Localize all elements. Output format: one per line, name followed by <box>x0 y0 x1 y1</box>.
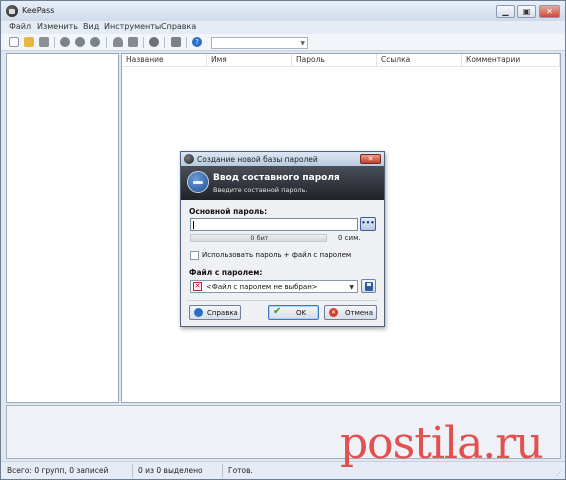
use-keyfile-checkbox[interactable] <box>190 251 199 260</box>
toolbar-separator <box>143 37 144 48</box>
checkmark-icon: ✔ <box>273 306 282 317</box>
cancel-icon: ✕ <box>329 308 338 317</box>
password-length-text: 0 сим. <box>338 234 361 242</box>
toolbar-separator <box>106 37 107 48</box>
dialog-title-bar: Создание новой базы паролей ✕ <box>181 152 384 166</box>
lock-icon[interactable] <box>171 37 181 47</box>
dialog-title: Создание новой базы паролей <box>197 155 318 164</box>
help-icon <box>194 308 203 317</box>
new-file-icon[interactable] <box>9 37 19 47</box>
password-quality-bar: 0 бит <box>190 234 327 242</box>
master-password-input[interactable] <box>190 218 358 231</box>
show-password-button[interactable]: ••• <box>360 217 376 231</box>
banner-title: Ввод составного пароля <box>213 173 340 183</box>
ok-button-label: OK <box>296 309 307 317</box>
menu-help[interactable]: Справка <box>161 22 196 31</box>
keepass-lock-icon <box>6 5 18 17</box>
maximize-button[interactable]: ▣ <box>517 5 536 18</box>
dialog-banner: Ввод составного пароля Введите составной… <box>181 166 384 200</box>
create-keyfile-button[interactable] <box>361 279 376 293</box>
cancel-button-label: Отмена <box>345 309 374 317</box>
key-icon <box>187 171 209 193</box>
edit-entry-icon[interactable] <box>75 37 85 47</box>
status-ready: Готов. <box>228 466 253 475</box>
help-button[interactable]: Справка <box>189 305 241 320</box>
search-icon[interactable] <box>149 37 159 47</box>
column-header-notes[interactable]: Комментарии <box>462 54 560 66</box>
toolbar: ? ▼ <box>1 34 565 51</box>
column-header-url[interactable]: Ссылка <box>377 54 462 66</box>
close-button[interactable]: ✕ <box>539 5 560 18</box>
menu-tools[interactable]: Инструменты <box>104 22 161 31</box>
keyfile-select[interactable]: ✕ <Файл с паролем не выбран> ▼ <box>190 280 358 293</box>
resize-grip-icon[interactable]: ⋰ <box>556 469 563 477</box>
status-selected: 0 из 0 выделено <box>138 466 203 475</box>
floppy-disk-icon <box>365 282 373 291</box>
no-file-icon: ✕ <box>193 282 202 291</box>
status-separator <box>222 464 223 478</box>
add-entry-icon[interactable] <box>60 37 70 47</box>
dialog-separator <box>187 300 378 301</box>
banner-subtitle: Введите составной пароль. <box>213 186 308 194</box>
keyfile-label: Файл с паролем: <box>189 268 263 277</box>
toolbar-separator <box>54 37 55 48</box>
menu-view[interactable]: Вид <box>83 22 99 31</box>
watermark-logo: postila.ru <box>340 418 544 469</box>
toolbar-separator <box>164 37 165 48</box>
column-header-title[interactable]: Название <box>122 54 207 66</box>
entry-list-header: Название Имя Пароль Ссылка Комментарии <box>122 54 560 67</box>
use-keyfile-label[interactable]: Использовать пароль + файл с паролем <box>202 251 351 259</box>
password-quality-text: 0 бит <box>250 234 269 242</box>
open-folder-icon[interactable] <box>24 37 34 47</box>
status-total: Всего: 0 групп, 0 записей <box>7 466 109 475</box>
cancel-button[interactable]: ✕ Отмена <box>324 305 377 320</box>
group-tree-pane[interactable] <box>6 53 119 403</box>
save-icon[interactable] <box>39 37 49 47</box>
quick-search-combo[interactable]: ▼ <box>211 37 308 49</box>
title-bar: KeePass ▁ ▣ ✕ <box>1 1 565 21</box>
chevron-down-icon: ▼ <box>300 40 305 47</box>
ok-button[interactable]: ✔ OK <box>268 305 319 320</box>
create-database-dialog: Создание новой базы паролей ✕ Ввод соста… <box>180 151 385 327</box>
menu-file[interactable]: Файл <box>9 22 31 31</box>
help-icon[interactable]: ? <box>192 37 202 47</box>
status-separator <box>132 464 133 478</box>
text-caret <box>193 221 194 229</box>
delete-entry-icon[interactable] <box>90 37 100 47</box>
column-header-username[interactable]: Имя <box>207 54 292 66</box>
user-icon[interactable] <box>113 37 123 47</box>
dialog-close-button[interactable]: ✕ <box>360 154 381 164</box>
help-button-label: Справка <box>207 309 238 317</box>
keepass-lock-icon <box>184 154 194 164</box>
menu-bar: Файл Изменить Вид Инструменты Справка <box>1 21 565 34</box>
window-title: KeePass <box>22 6 55 15</box>
master-password-label: Основной пароль: <box>189 207 268 216</box>
column-header-password[interactable]: Пароль <box>292 54 377 66</box>
menu-edit[interactable]: Изменить <box>37 22 78 31</box>
chevron-down-icon: ▼ <box>349 284 354 291</box>
toolbar-separator <box>186 37 187 48</box>
url-icon[interactable] <box>128 37 138 47</box>
minimize-button[interactable]: ▁ <box>496 5 515 18</box>
keyfile-select-value: <Файл с паролем не выбран> <box>206 283 318 291</box>
